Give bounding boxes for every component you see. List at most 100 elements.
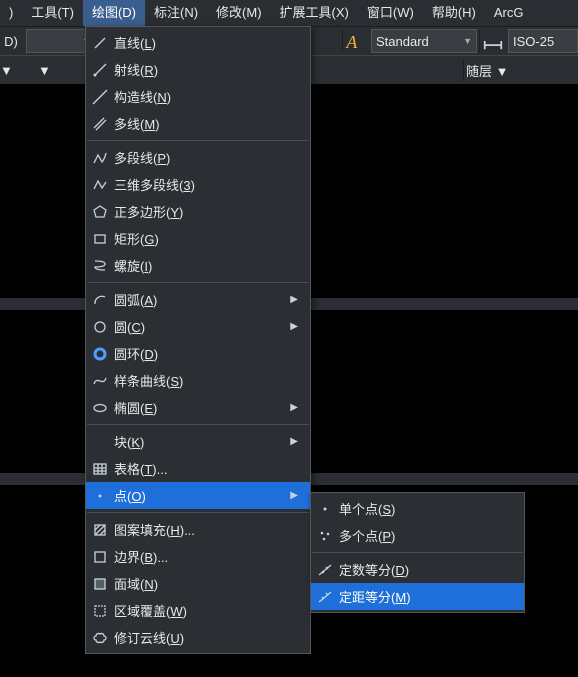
pline-icon [86,150,114,166]
menu-item-label: 直线(L) [114,33,302,52]
menubar-item-dim[interactable]: 标注(N) [145,0,207,26]
menubar-item-tools[interactable]: 工具(T) [22,0,83,26]
draw-dropdown-menu: 直线(L) 射线(R) 构造线(N) 多线(M) 多段线(P) 三维多段线(3) 正多边形(… [85,26,311,654]
menu-item-label: 定距等分(M) [339,587,516,606]
menu-item-label: 构造线(N) [114,87,302,106]
draw-menu-item-pline[interactable]: 多段线(P) [86,144,310,171]
menubar-item-0[interactable]: ) [0,0,22,26]
xline-icon [86,89,114,105]
menubar-item-express[interactable]: 扩展工具(X) [271,0,358,26]
menu-separator [87,282,309,283]
menu-item-label: 修订云线(U) [114,628,302,647]
menu-item-label: 螺旋(I) [114,256,302,275]
draw-menu-item-region[interactable]: 面域(N) [86,570,310,597]
draw-menu-item-spline[interactable]: 样条曲线(S) [86,367,310,394]
color-bylayer-label: 随层 [466,64,492,79]
menu-item-label: 矩形(G) [114,229,302,248]
menu-item-label: 三维多段线(3) [114,175,302,194]
point-submenu-item-divide[interactable]: 定数等分(D) [311,556,524,583]
divide-icon [311,562,339,578]
ray-icon [86,62,114,78]
toolbar2-dropdown-2[interactable]: ▼ [38,63,76,78]
menu-item-label: 圆弧(A) [114,290,290,309]
singlepoint-icon [311,501,339,517]
submenu-arrow-icon: ▶ [290,402,302,413]
menubar-item-arcg[interactable]: ArcG [485,0,533,26]
draw-menu-item-rect[interactable]: 矩形(G) [86,225,310,252]
line-icon [86,35,114,51]
submenu-arrow-icon: ▶ [290,294,302,305]
svg-text:A: A [345,32,357,52]
draw-menu-item-donut[interactable]: 圆环(D) [86,340,310,367]
menubar-item-window[interactable]: 窗口(W) [358,0,423,26]
boundary-icon [86,549,114,565]
spline-icon [86,373,114,389]
menubar-item-draw[interactable]: 绘图(D) [83,0,145,26]
menu-item-label: 点(O) [114,486,290,505]
menu-item-label: 圆环(D) [114,344,302,363]
menu-item-label: 椭圆(E) [114,398,290,417]
menu-item-label: 块(K) [114,432,290,451]
toolbar-separator [479,30,480,52]
submenu-arrow-icon: ▶ [290,490,302,501]
submenu-arrow-icon: ▶ [290,436,302,447]
hatch-icon [86,522,114,538]
menu-item-label: 正多边形(Y) [114,202,302,221]
point-submenu-item-measure[interactable]: 定距等分(M) [311,583,524,610]
menubar-item-modify[interactable]: 修改(M) [207,0,271,26]
region-icon [86,576,114,592]
menu-item-label: 圆(C) [114,317,290,336]
draw-menu-item-block[interactable]: 块(K)▶ [86,428,310,455]
draw-menu-item-circle[interactable]: 圆(C)▶ [86,313,310,340]
draw-menu-item-wipeout[interactable]: 区域覆盖(W) [86,597,310,624]
draw-menu-item-line[interactable]: 直线(L) [86,29,310,56]
draw-menu-item-ellipse[interactable]: 椭圆(E)▶ [86,394,310,421]
textstyle-icon[interactable]: A [345,30,367,52]
draw-menu-item-xline[interactable]: 构造线(N) [86,83,310,110]
draw-menu-item-helix[interactable]: 螺旋(I) [86,252,310,279]
circle-icon [86,319,114,335]
draw-menu-item-boundary[interactable]: 边界(B)... [86,543,310,570]
draw-menu-item-revcloud[interactable]: 修订云线(U) [86,624,310,651]
menu-item-label: 定数等分(D) [339,560,516,579]
toolbar-separator [342,30,343,52]
draw-menu-item-arc[interactable]: 圆弧(A)▶ [86,286,310,313]
menu-item-label: 面域(N) [114,574,302,593]
draw-menu-item-hatch[interactable]: 图案填充(H)... [86,516,310,543]
toolbar2-dropdown-1[interactable]: ▼ [0,63,38,78]
color-bylayer-dropdown[interactable]: 随层 ▼ [466,61,578,80]
dimstyle-dropdown[interactable]: ISO-25 [508,29,578,53]
menu-separator [87,512,309,513]
block-icon [86,434,114,450]
chevron-down-icon: ▼ [38,63,51,78]
ellipse-icon [86,400,114,416]
draw-menu-item-mline[interactable]: 多线(M) [86,110,310,137]
chevron-down-icon: ▼ [496,64,509,79]
menu-item-label: 射线(R) [114,60,302,79]
draw-menu-item-point[interactable]: 点(O)▶ [86,482,310,509]
wipeout-icon [86,603,114,619]
dimstyle-value: ISO-25 [513,34,554,49]
mline-icon [86,116,114,132]
menu-separator [312,552,523,553]
helix-icon [86,258,114,274]
menubar-item-help[interactable]: 帮助(H) [423,0,485,26]
draw-menu-item-polygon[interactable]: 正多边形(Y) [86,198,310,225]
menu-item-label: 多段线(P) [114,148,302,167]
revcloud-icon [86,630,114,646]
menu-separator [87,140,309,141]
submenu-arrow-icon: ▶ [290,321,302,332]
point-submenu-item-multipoint[interactable]: 多个点(P) [311,522,524,549]
menu-item-label: 图案填充(H)... [114,520,302,539]
menu-item-label: 表格(T)... [114,459,302,478]
draw-menu-item-table[interactable]: 表格(T)... [86,455,310,482]
3dpoly-icon [86,177,114,193]
toolbar-cut-icon[interactable]: D) [0,30,22,52]
dimstyle-icon[interactable] [482,30,504,52]
draw-menu-item-3dpoly[interactable]: 三维多段线(3) [86,171,310,198]
point-submenu-item-singlepoint[interactable]: 单个点(S) [311,495,524,522]
donut-icon [86,346,114,362]
draw-menu-item-ray[interactable]: 射线(R) [86,56,310,83]
menu-item-label: 边界(B)... [114,547,302,566]
textstyle-dropdown[interactable]: Standard ▼ [371,29,477,53]
